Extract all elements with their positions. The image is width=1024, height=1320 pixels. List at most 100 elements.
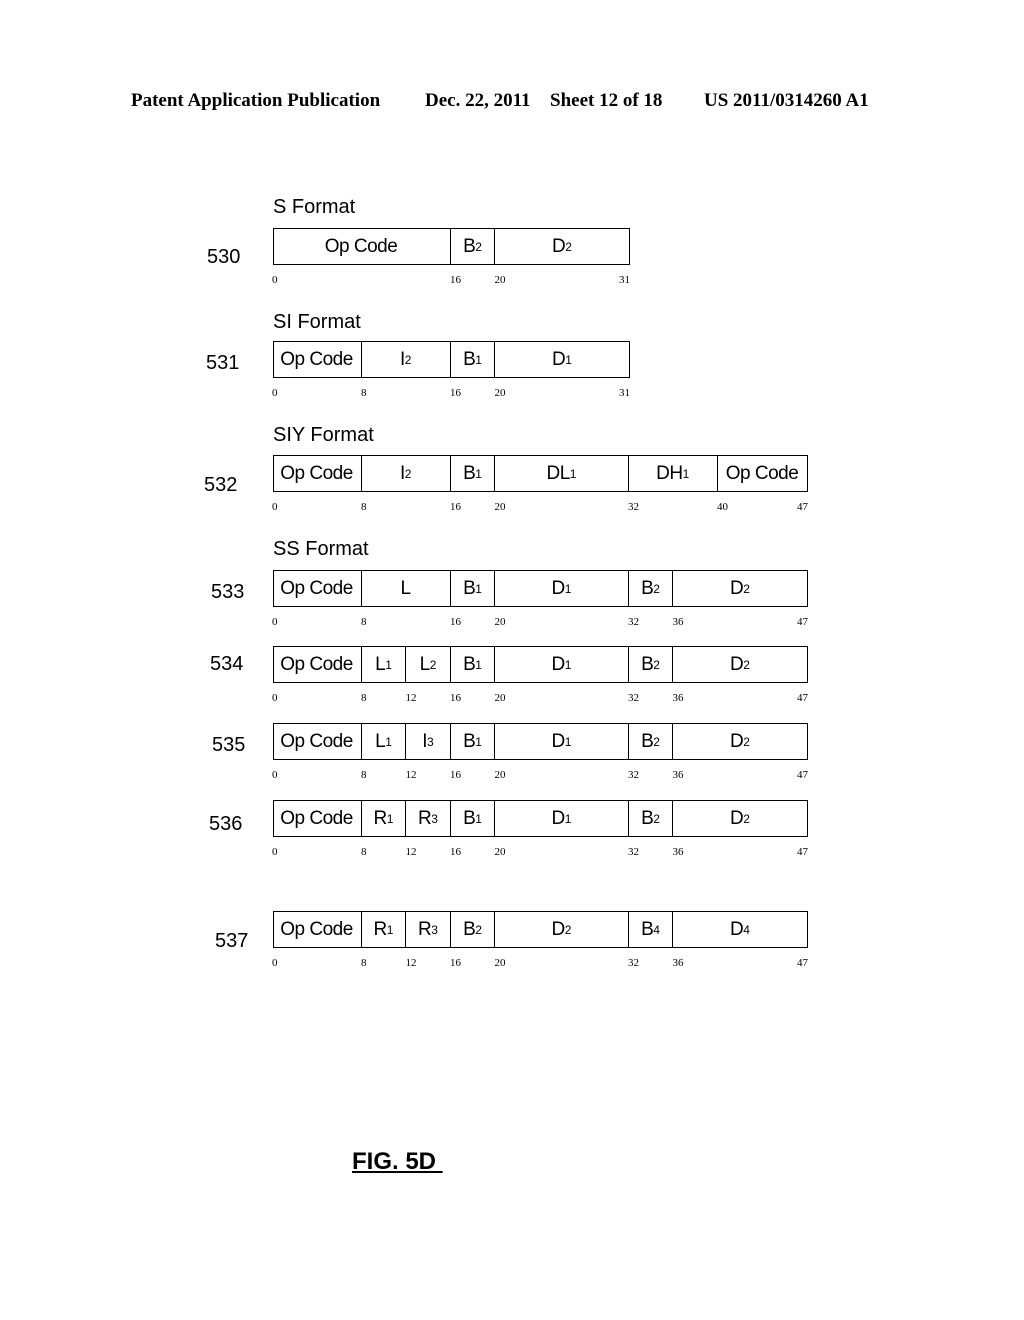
field-name: L xyxy=(375,653,386,675)
field-cell: B1 xyxy=(451,801,495,836)
bit-position-label: 47 xyxy=(797,501,808,513)
bit-position-label: 0 xyxy=(272,387,278,399)
field-cell: Op Code xyxy=(273,647,362,682)
bit-position-label: 20 xyxy=(494,501,506,513)
field-cell: L1 xyxy=(362,647,406,682)
field-name: DL xyxy=(546,462,571,484)
bit-position-label: 16 xyxy=(450,616,461,628)
field-name: B xyxy=(463,577,476,599)
field-cell: I2 xyxy=(362,456,451,491)
field-name: DH xyxy=(656,462,683,484)
field-name: B xyxy=(641,577,654,599)
field-name: B xyxy=(463,653,476,675)
page-header: Patent Application Publication Dec. 22, … xyxy=(0,90,1024,114)
instruction-format-box: Op Code L B 1 D 1 B 2 D 2 xyxy=(273,570,808,607)
field-cell: B2 xyxy=(629,801,673,836)
bit-position-label: 16 xyxy=(450,846,461,858)
field-cell: B1 xyxy=(451,342,495,377)
field-name: Op Code xyxy=(324,235,398,257)
field-cell: D1 xyxy=(495,571,629,606)
field-cell: B1 xyxy=(451,724,495,759)
reference-numeral: 531 xyxy=(206,352,240,374)
bit-position-label: 20 xyxy=(494,769,506,781)
bit-position-label: 40 xyxy=(717,501,728,513)
bit-position-label: 47 xyxy=(797,692,808,704)
bit-position-label: 8 xyxy=(361,769,367,781)
field-name: R xyxy=(418,918,432,940)
field-cell: L xyxy=(362,571,451,606)
bit-position-label: 32 xyxy=(628,616,639,628)
field-cell: D2 xyxy=(495,912,629,947)
instruction-format-box: Op Code L 1 I 3 B 1 D 1 B 2 D 2 xyxy=(273,723,808,760)
field-cell: D1 xyxy=(552,348,572,370)
field-cell: Op Code xyxy=(273,912,362,947)
field-cell: B2 xyxy=(451,912,495,947)
field-cell: Op Code xyxy=(273,456,362,491)
format-title: SI Format xyxy=(273,311,361,333)
bit-position-label: 8 xyxy=(361,616,367,628)
field-name: R xyxy=(373,918,388,940)
format-title: S Format xyxy=(273,196,356,218)
instruction-format-box: Op Code B 2 D 2 xyxy=(273,228,630,265)
field-name: R xyxy=(418,807,432,829)
field-cell: DL 1 xyxy=(495,456,629,491)
bit-position-label: 36 xyxy=(672,846,684,858)
bit-position-label: 8 xyxy=(361,387,367,399)
field-cell: R1 xyxy=(362,912,406,947)
instruction-format-box: Op Code I 2 B 1 DL 1 DH 1 Op Code xyxy=(273,455,808,492)
field-name: B xyxy=(641,730,654,752)
field-name: Op Code xyxy=(725,462,799,484)
reference-numeral: 534 xyxy=(210,653,244,675)
field-cell: B2 xyxy=(451,229,495,264)
field-cell: D1 xyxy=(495,647,629,682)
bit-position-label: 0 xyxy=(272,501,278,513)
field-cell: D2 xyxy=(552,235,572,257)
bit-position-label: 12 xyxy=(405,692,417,704)
bit-position-label: 12 xyxy=(405,769,417,781)
field-name: Op Code xyxy=(280,348,353,370)
field-name: D xyxy=(551,653,566,675)
field-name: Op Code xyxy=(280,577,353,599)
reference-numeral: 533 xyxy=(211,581,245,603)
field-name: L xyxy=(400,577,411,599)
bit-position-label: 16 xyxy=(450,387,461,399)
bit-position-label: 16 xyxy=(450,769,461,781)
bit-position-label: 20 xyxy=(494,957,506,969)
bit-position-label: 20 xyxy=(494,846,506,858)
bit-position-label: 0 xyxy=(272,846,278,858)
field-cell: L2 xyxy=(406,647,451,682)
field-cell: Op Code xyxy=(273,724,362,759)
field-cell: D2 xyxy=(730,653,750,675)
field-name: Op Code xyxy=(280,918,353,940)
field-name: D xyxy=(730,653,744,675)
instruction-format-box: Op Code R 1 R 3 B 1 D 1 B 2 D 2 xyxy=(273,800,808,837)
figure-label: FIG. 5D xyxy=(352,1148,437,1175)
field-cell: B2 xyxy=(629,571,673,606)
bit-position-label: 0 xyxy=(272,274,278,286)
field-cell: B2 xyxy=(629,647,673,682)
field-cell: DH 1 xyxy=(629,456,718,491)
publication-label: Patent Application Publication xyxy=(131,90,381,111)
reference-numeral: 537 xyxy=(215,930,249,952)
bit-position-label: 31 xyxy=(619,387,630,399)
bit-position-label: 8 xyxy=(361,501,367,513)
field-cell: B1 xyxy=(451,571,495,606)
field-cell: D2 xyxy=(730,730,750,752)
bit-position-label: 32 xyxy=(628,692,639,704)
bit-position-label: 8 xyxy=(361,692,367,704)
bit-position-label: 12 xyxy=(405,957,417,969)
field-name: Op Code xyxy=(280,730,353,752)
field-cell: D2 xyxy=(730,807,750,829)
bit-position-label: 32 xyxy=(628,846,639,858)
field-name: D xyxy=(730,807,744,829)
field-cell: Op Code xyxy=(718,456,807,491)
field-name: D xyxy=(730,730,744,752)
field-name: D xyxy=(551,807,566,829)
bit-position-label: 16 xyxy=(450,692,461,704)
field-name: D xyxy=(730,918,744,940)
bit-position-label: 47 xyxy=(797,769,808,781)
field-cell: Op Code xyxy=(273,801,362,836)
bit-position-label: 36 xyxy=(672,957,684,969)
instruction-format-box: Op Code R 1 R 3 B 2 D 2 B 4 D 4 xyxy=(273,911,808,948)
field-name: D xyxy=(552,348,566,370)
